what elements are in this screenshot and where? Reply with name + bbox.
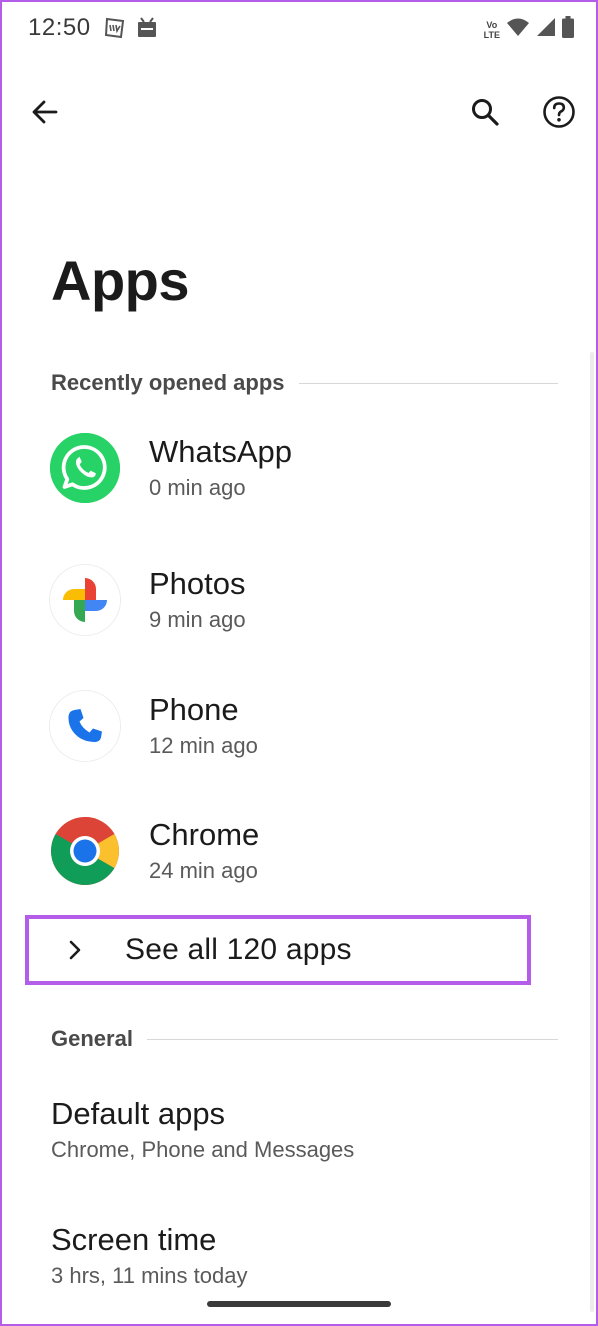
- default-apps-item[interactable]: Default apps Chrome, Phone and Messages: [51, 1095, 551, 1165]
- cell-signal-icon: [536, 17, 556, 42]
- app-name: Photos: [149, 566, 246, 601]
- setting-subtitle: 3 hrs, 11 mins today: [51, 1263, 248, 1288]
- notification-icons: [104, 16, 158, 45]
- battery-icon: [562, 16, 574, 43]
- app-row-phone[interactable]: Phone 12 min ago: [50, 681, 550, 771]
- help-circle-icon: [543, 96, 575, 128]
- volte-label-top: Vo: [486, 19, 498, 30]
- android-notification-icon: [136, 16, 158, 45]
- setting-title: Screen time: [51, 1222, 217, 1257]
- status-time: 12:50: [28, 14, 91, 41]
- setting-title: Default apps: [51, 1096, 226, 1131]
- help-button[interactable]: [535, 88, 583, 136]
- phone-icon: [50, 691, 120, 761]
- screen-time-item[interactable]: Screen time 3 hrs, 11 mins today: [51, 1221, 551, 1291]
- volte-indicator: Vo LTE: [484, 20, 500, 40]
- whatsapp-icon: [50, 433, 120, 503]
- search-icon: [472, 99, 499, 126]
- navigation-gesture-bar[interactable]: [207, 1301, 391, 1307]
- section-divider: [298, 382, 558, 384]
- app-name: Phone: [149, 692, 239, 727]
- back-button[interactable]: [21, 88, 69, 136]
- setting-subtitle: Chrome, Phone and Messages: [51, 1137, 355, 1162]
- section-header-recent: Recently opened apps: [51, 370, 558, 396]
- app-last-opened: 24 min ago: [149, 858, 258, 883]
- chrome-icon: [50, 816, 120, 886]
- app-last-opened: 9 min ago: [149, 607, 246, 632]
- arrow-left-icon: [32, 100, 58, 124]
- app-last-opened: 12 min ago: [149, 733, 258, 758]
- scrollbar[interactable]: [590, 352, 594, 1312]
- myjio-icon: [104, 16, 126, 45]
- section-divider: [146, 1038, 558, 1040]
- volte-label-bottom: LTE: [483, 29, 500, 40]
- photos-icon: [50, 565, 120, 635]
- see-all-apps-label: See all 120 apps: [125, 933, 352, 966]
- chevron-right-icon: [69, 940, 81, 960]
- status-bar: 12:50 Vo LTE: [0, 0, 598, 60]
- section-label: General: [51, 1026, 133, 1051]
- app-row-whatsapp[interactable]: WhatsApp 0 min ago: [50, 423, 550, 513]
- app-name: WhatsApp: [149, 434, 293, 469]
- app-row-photos[interactable]: Photos 9 min ago: [50, 555, 550, 645]
- page-title: Apps: [51, 249, 190, 312]
- app-last-opened: 0 min ago: [149, 475, 246, 500]
- wifi-icon: [506, 17, 530, 42]
- section-label: Recently opened apps: [51, 370, 285, 395]
- app-name: Chrome: [149, 817, 260, 852]
- section-header-general: General: [51, 1026, 558, 1052]
- top-app-bar: [0, 80, 598, 144]
- search-button[interactable]: [461, 88, 509, 136]
- system-status-icons: Vo LTE: [484, 16, 574, 43]
- app-row-chrome[interactable]: Chrome 24 min ago: [50, 806, 550, 896]
- see-all-apps-button[interactable]: See all 120 apps: [25, 915, 531, 985]
